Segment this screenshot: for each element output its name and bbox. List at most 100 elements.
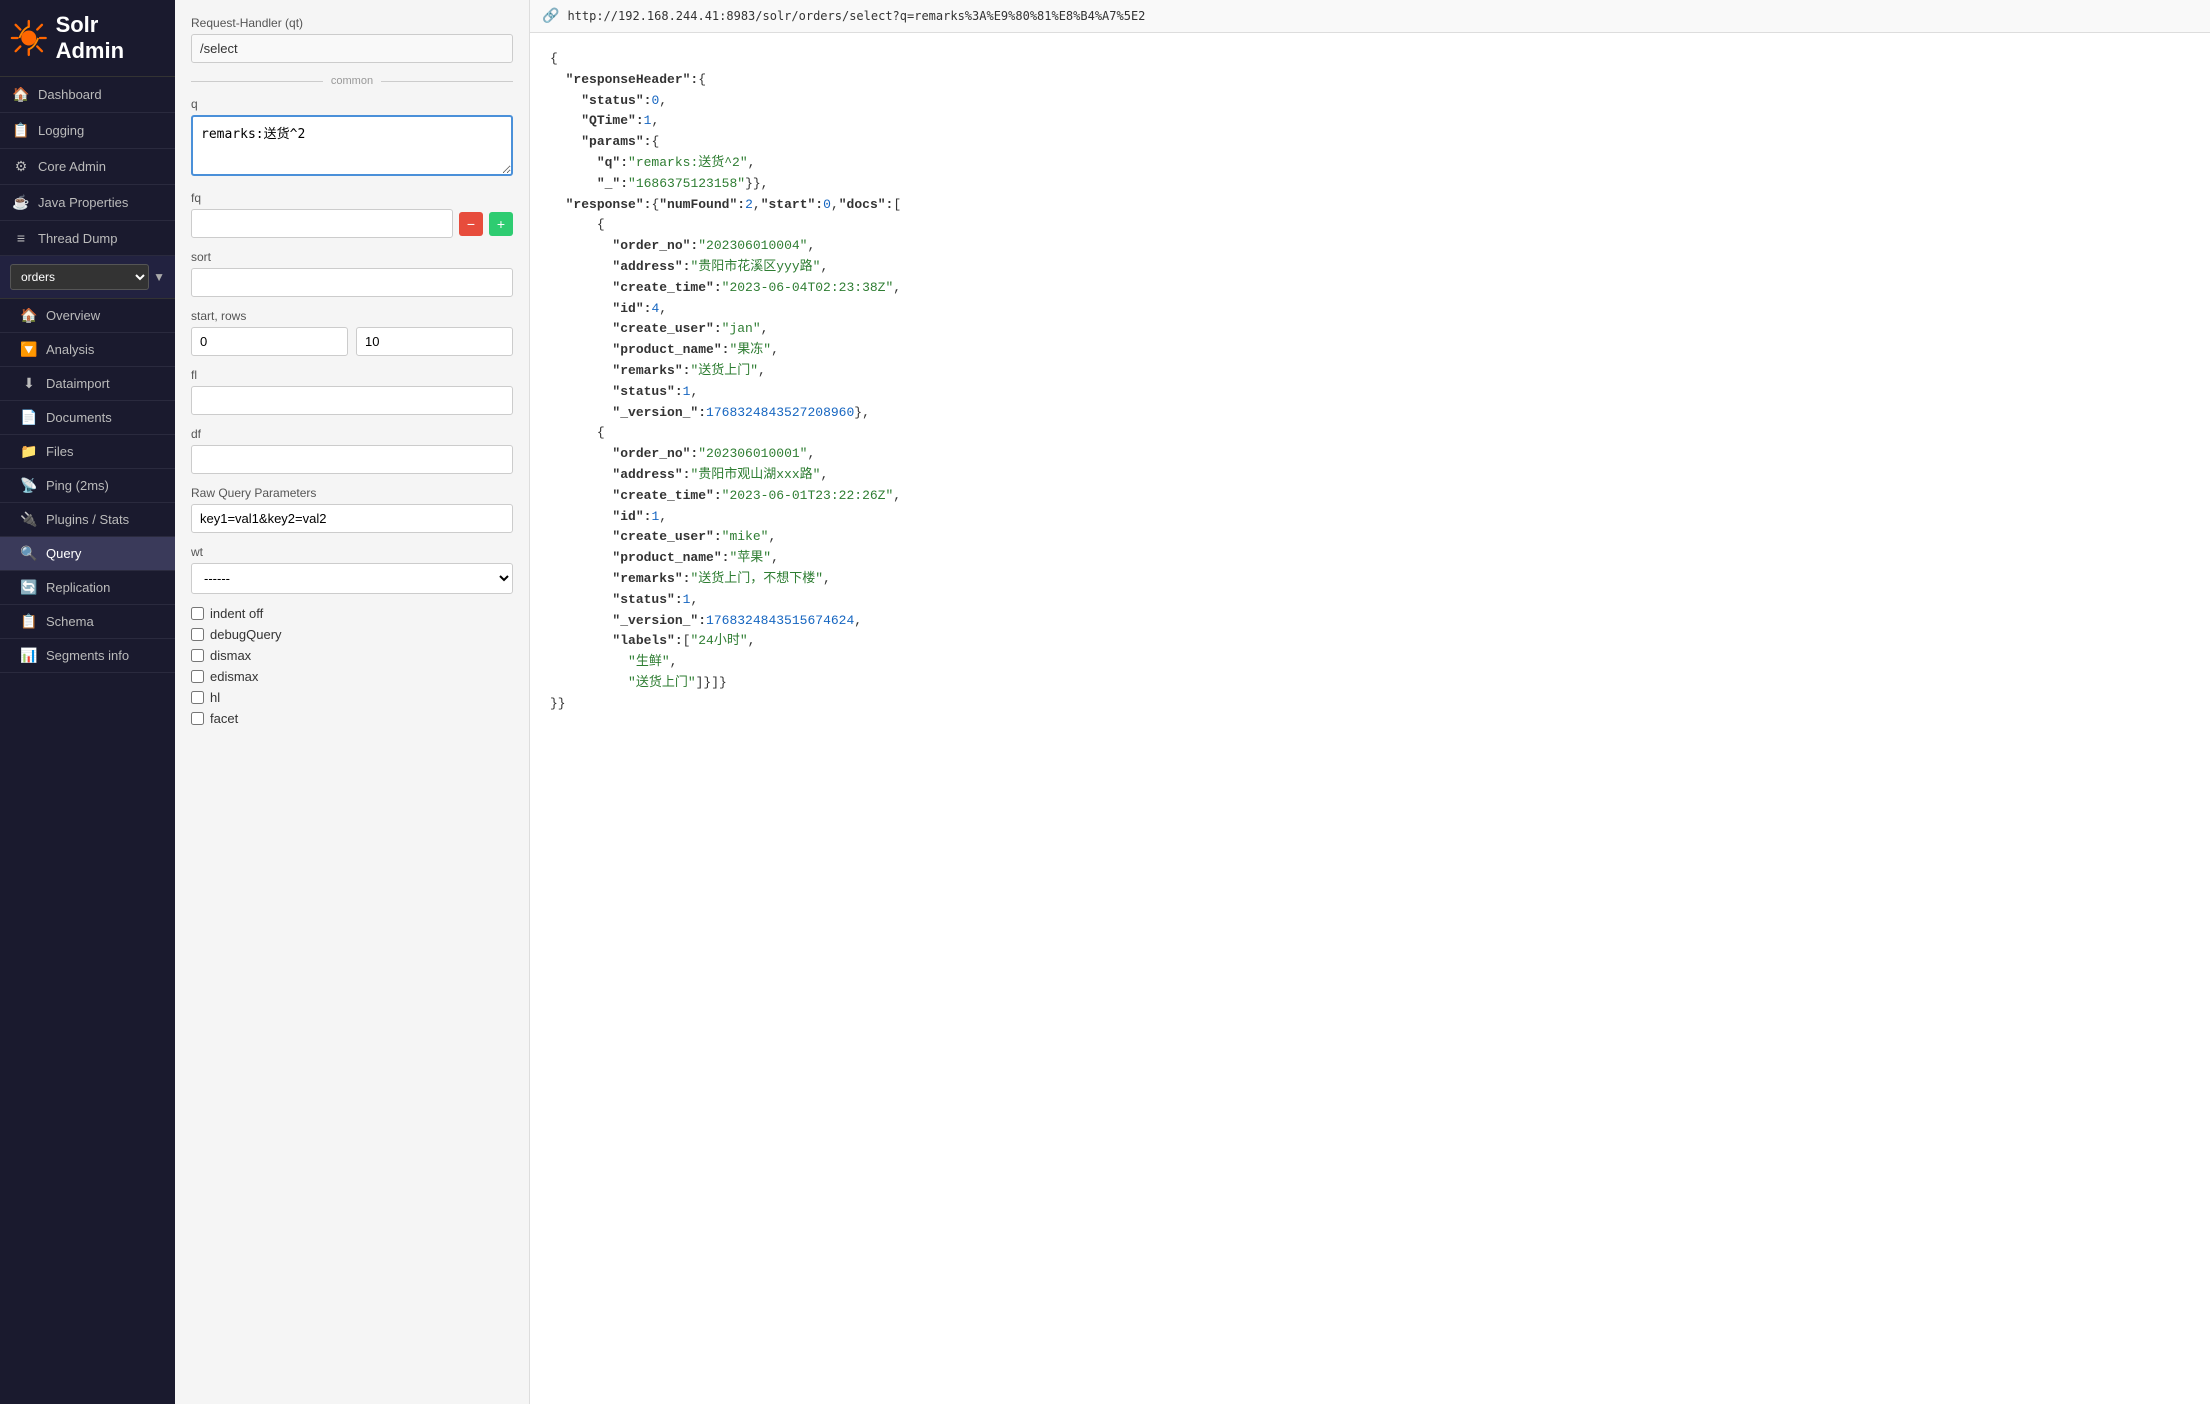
wt-group: wt ------ json xml csv python ruby php p… bbox=[191, 545, 513, 594]
common-divider: common bbox=[191, 75, 513, 87]
sidebar-item-logging-label: Logging bbox=[38, 123, 84, 138]
query-icon: 🔍 bbox=[20, 545, 38, 562]
indent-off-checkbox[interactable] bbox=[191, 607, 204, 620]
thread-dump-icon: ≡ bbox=[12, 230, 30, 246]
collection-select[interactable]: orders bbox=[10, 264, 149, 290]
sidebar-item-query-label: Query bbox=[46, 546, 81, 561]
sidebar-item-logging[interactable]: 📋 Logging bbox=[0, 113, 175, 149]
segments-info-icon: 📊 bbox=[20, 647, 38, 664]
sort-group: sort bbox=[191, 250, 513, 297]
sidebar-item-files-label: Files bbox=[46, 444, 73, 459]
sidebar-item-plugins-stats-label: Plugins / Stats bbox=[46, 512, 129, 527]
sub-nav: 🏠 Overview 🔽 Analysis ⬇ Dataimport 📄 Doc… bbox=[0, 299, 175, 673]
request-handler-label: Request-Handler (qt) bbox=[191, 16, 513, 30]
solr-logo-icon bbox=[10, 18, 48, 58]
sidebar-item-documents-label: Documents bbox=[46, 410, 112, 425]
df-input[interactable] bbox=[191, 445, 513, 474]
sidebar-item-files[interactable]: 📁 Files bbox=[0, 435, 175, 469]
dataimport-icon: ⬇ bbox=[20, 375, 38, 392]
top-nav: 🏠 Dashboard 📋 Logging ⚙ Core Admin ☕ Jav… bbox=[0, 77, 175, 256]
sidebar-item-dashboard-label: Dashboard bbox=[38, 87, 102, 102]
hl-label: hl bbox=[210, 690, 220, 705]
sidebar-item-query[interactable]: 🔍 Query bbox=[0, 537, 175, 571]
sidebar-item-java-properties[interactable]: ☕ Java Properties bbox=[0, 185, 175, 221]
files-icon: 📁 bbox=[20, 443, 38, 460]
fq-group: fq − + bbox=[191, 191, 513, 238]
rows-input[interactable] bbox=[356, 327, 513, 356]
sidebar-item-core-admin-label: Core Admin bbox=[38, 159, 106, 174]
analysis-icon: 🔽 bbox=[20, 341, 38, 358]
logging-icon: 📋 bbox=[12, 122, 30, 139]
sort-input[interactable] bbox=[191, 268, 513, 297]
dismax-label: dismax bbox=[210, 648, 251, 663]
request-handler-input[interactable] bbox=[191, 34, 513, 63]
fl-input[interactable] bbox=[191, 386, 513, 415]
sidebar-item-overview-label: Overview bbox=[46, 308, 100, 323]
edismax-item: edismax bbox=[191, 669, 513, 684]
request-handler-group: Request-Handler (qt) bbox=[191, 16, 513, 63]
ping-icon: 📡 bbox=[20, 477, 38, 494]
sort-label: sort bbox=[191, 250, 513, 264]
sidebar-item-schema-label: Schema bbox=[46, 614, 94, 629]
debug-query-item: debugQuery bbox=[191, 627, 513, 642]
app-title: Solr Admin bbox=[56, 12, 165, 64]
sidebar-item-segments-info[interactable]: 📊 Segments info bbox=[0, 639, 175, 673]
q-input[interactable]: remarks:送货^2 bbox=[191, 115, 513, 176]
json-response: { "responseHeader":{ "status":0, "QTime"… bbox=[530, 33, 2210, 1404]
facet-checkbox[interactable] bbox=[191, 712, 204, 725]
facet-item: facet bbox=[191, 711, 513, 726]
fq-add-button[interactable]: + bbox=[489, 212, 513, 236]
df-group: df bbox=[191, 427, 513, 474]
edismax-label: edismax bbox=[210, 669, 258, 684]
hl-checkbox[interactable] bbox=[191, 691, 204, 704]
start-input[interactable] bbox=[191, 327, 348, 356]
df-label: df bbox=[191, 427, 513, 441]
schema-icon: 📋 bbox=[20, 613, 38, 630]
dashboard-icon: 🏠 bbox=[12, 86, 30, 103]
response-url-bar: 🔗 http://192.168.244.41:8983/solr/orders… bbox=[530, 0, 2210, 33]
sidebar-item-dataimport-label: Dataimport bbox=[46, 376, 110, 391]
overview-icon: 🏠 bbox=[20, 307, 38, 324]
sidebar-item-ping-label: Ping (2ms) bbox=[46, 478, 109, 493]
indent-off-label: indent off bbox=[210, 606, 263, 621]
wt-select[interactable]: ------ json xml csv python ruby php phps bbox=[191, 563, 513, 594]
sidebar-item-replication[interactable]: 🔄 Replication bbox=[0, 571, 175, 605]
sidebar-item-segments-info-label: Segments info bbox=[46, 648, 129, 663]
replication-icon: 🔄 bbox=[20, 579, 38, 596]
debug-query-checkbox[interactable] bbox=[191, 628, 204, 641]
sidebar-item-documents[interactable]: 📄 Documents bbox=[0, 401, 175, 435]
collection-selector: orders ▼ bbox=[0, 256, 175, 299]
fq-label: fq bbox=[191, 191, 513, 205]
fl-label: fl bbox=[191, 368, 513, 382]
q-group: q remarks:送货^2 bbox=[191, 97, 513, 179]
response-url: http://192.168.244.41:8983/solr/orders/s… bbox=[567, 9, 1145, 23]
query-panel: Request-Handler (qt) common q remarks:送货… bbox=[175, 0, 530, 1404]
main-content: Request-Handler (qt) common q remarks:送货… bbox=[175, 0, 2210, 1404]
checkbox-group: indent off debugQuery dismax edismax hl … bbox=[191, 606, 513, 726]
raw-query-input[interactable] bbox=[191, 504, 513, 533]
sidebar-item-overview[interactable]: 🏠 Overview bbox=[0, 299, 175, 333]
fq-remove-button[interactable]: − bbox=[459, 212, 483, 236]
sidebar-item-analysis[interactable]: 🔽 Analysis bbox=[0, 333, 175, 367]
dismax-checkbox[interactable] bbox=[191, 649, 204, 662]
fl-group: fl bbox=[191, 368, 513, 415]
sidebar-item-java-properties-label: Java Properties bbox=[38, 195, 128, 210]
sidebar-item-dashboard[interactable]: 🏠 Dashboard bbox=[0, 77, 175, 113]
sidebar-item-thread-dump[interactable]: ≡ Thread Dump bbox=[0, 221, 175, 256]
collection-arrow-icon: ▼ bbox=[153, 270, 165, 284]
edismax-checkbox[interactable] bbox=[191, 670, 204, 683]
sidebar-item-schema[interactable]: 📋 Schema bbox=[0, 605, 175, 639]
start-rows-label: start, rows bbox=[191, 309, 513, 323]
divider-line-left bbox=[191, 81, 323, 82]
documents-icon: 📄 bbox=[20, 409, 38, 426]
fq-input[interactable] bbox=[191, 209, 453, 238]
sidebar-item-ping[interactable]: 📡 Ping (2ms) bbox=[0, 469, 175, 503]
divider-line-right bbox=[381, 81, 513, 82]
response-panel: 🔗 http://192.168.244.41:8983/solr/orders… bbox=[530, 0, 2210, 1404]
java-properties-icon: ☕ bbox=[12, 194, 30, 211]
raw-query-label: Raw Query Parameters bbox=[191, 486, 513, 500]
sidebar-item-core-admin[interactable]: ⚙ Core Admin bbox=[0, 149, 175, 185]
sidebar-item-plugins-stats[interactable]: 🔌 Plugins / Stats bbox=[0, 503, 175, 537]
sidebar: Solr Admin 🏠 Dashboard 📋 Logging ⚙ Core … bbox=[0, 0, 175, 1404]
sidebar-item-dataimport[interactable]: ⬇ Dataimport bbox=[0, 367, 175, 401]
